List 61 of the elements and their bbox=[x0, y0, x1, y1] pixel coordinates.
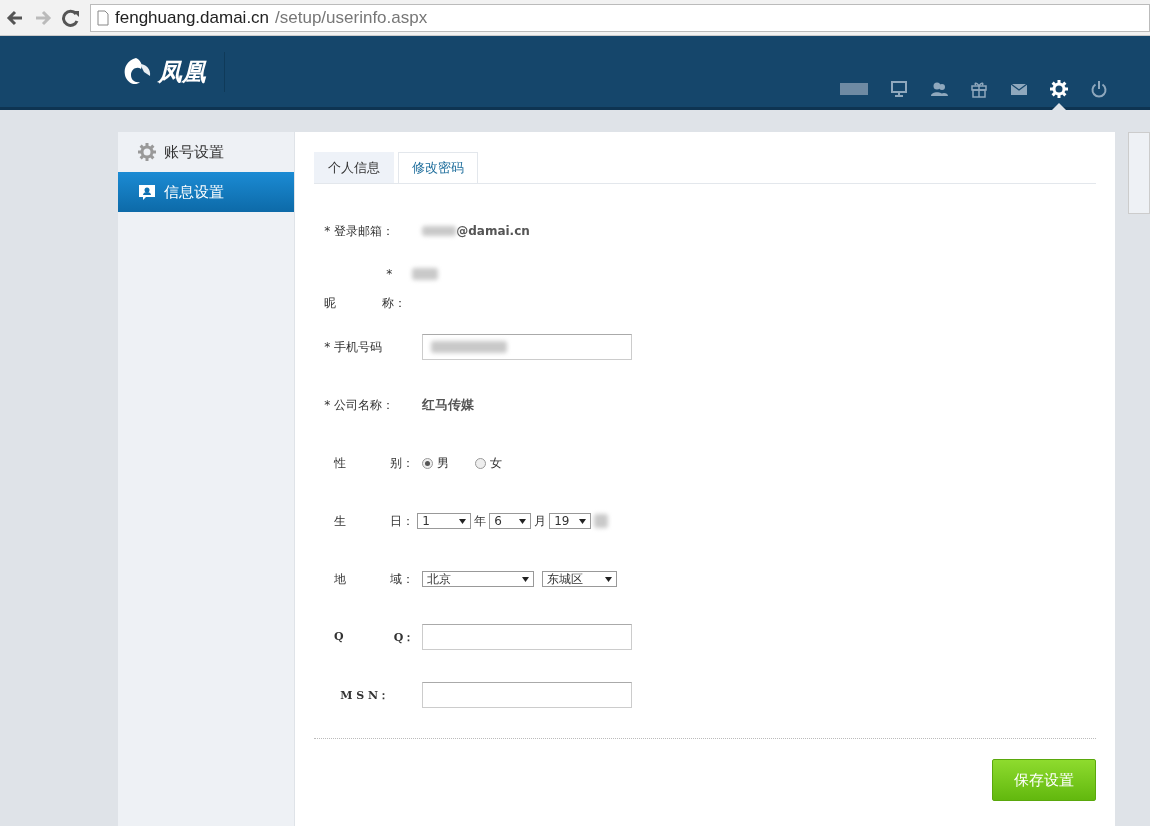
tab[interactable]: 个人信息 bbox=[314, 152, 395, 183]
redacted-value bbox=[594, 514, 609, 528]
tab[interactable]: 修改密码 bbox=[398, 152, 479, 183]
caret-icon bbox=[605, 576, 613, 582]
radio-button[interactable] bbox=[475, 457, 487, 469]
caret-icon bbox=[459, 518, 467, 524]
field-label: 手机号码 bbox=[334, 338, 383, 356]
settings-icon bbox=[138, 143, 156, 161]
redacted-value bbox=[412, 267, 439, 280]
field-label: Q： bbox=[393, 629, 415, 645]
dropdown[interactable]: 1 bbox=[417, 513, 472, 529]
required-mark: * bbox=[386, 266, 393, 281]
profile-card-icon bbox=[138, 183, 156, 201]
company-value: 红马传媒 bbox=[422, 396, 475, 414]
field-label: 公司名称： bbox=[334, 396, 395, 414]
required-mark: * bbox=[324, 340, 332, 354]
power-icon[interactable] bbox=[1090, 79, 1108, 98]
field-label: 性 bbox=[334, 454, 346, 472]
redacted-value bbox=[422, 226, 457, 236]
field-label: 生 bbox=[334, 512, 346, 530]
email-value: @damai.cn bbox=[456, 224, 530, 238]
gift-icon[interactable] bbox=[970, 79, 988, 98]
dropdown[interactable]: 19 bbox=[549, 513, 592, 529]
year-label: 年 bbox=[474, 512, 487, 530]
caret-icon bbox=[519, 518, 527, 524]
monitor-icon[interactable] bbox=[890, 79, 908, 98]
sidebar-item[interactable]: 账号设置 bbox=[118, 132, 295, 172]
field-label: Q bbox=[334, 629, 344, 645]
input-field[interactable] bbox=[422, 334, 633, 360]
dropdown[interactable]: 东城区 bbox=[542, 571, 618, 587]
field-label: 域： bbox=[390, 570, 415, 588]
input-field[interactable] bbox=[422, 682, 633, 708]
radio-option[interactable]: 女 bbox=[475, 454, 503, 472]
sidebar-item[interactable]: 信息设置 bbox=[118, 172, 295, 212]
required-mark: * bbox=[324, 224, 332, 238]
input-field[interactable] bbox=[422, 624, 633, 650]
dropdown[interactable]: 6 bbox=[489, 513, 532, 529]
caret-icon bbox=[579, 518, 587, 524]
caret-icon bbox=[522, 576, 530, 582]
month-label: 月 bbox=[534, 512, 547, 530]
field-label: 昵 bbox=[324, 294, 337, 312]
page-icon bbox=[97, 9, 109, 26]
field-label: 地 bbox=[334, 570, 346, 588]
address-bar[interactable]: fenghuang.damai.cn /setup/userinfo.aspx bbox=[90, 3, 1150, 32]
logo-text: 凤凰 bbox=[158, 55, 206, 88]
radio-option[interactable]: 男 bbox=[422, 454, 450, 472]
url-host: fenghuang.damai.cn bbox=[115, 7, 270, 28]
reload-icon[interactable] bbox=[62, 8, 80, 27]
radio-button[interactable] bbox=[422, 457, 434, 469]
field-label: 日： bbox=[390, 512, 415, 530]
field-label: 称： bbox=[382, 294, 407, 312]
back-icon[interactable] bbox=[6, 8, 24, 27]
field-label: 别： bbox=[390, 454, 415, 472]
active-pointer bbox=[1052, 102, 1066, 110]
url-path: /setup/userinfo.aspx bbox=[275, 7, 428, 28]
dropdown[interactable]: 北京 bbox=[422, 571, 535, 587]
settings-icon[interactable] bbox=[1050, 79, 1068, 98]
avatar-placeholder bbox=[840, 82, 868, 95]
field-label: 登录邮箱： bbox=[334, 222, 395, 240]
field-label: M S N： bbox=[339, 687, 390, 703]
required-mark: * bbox=[324, 398, 332, 412]
